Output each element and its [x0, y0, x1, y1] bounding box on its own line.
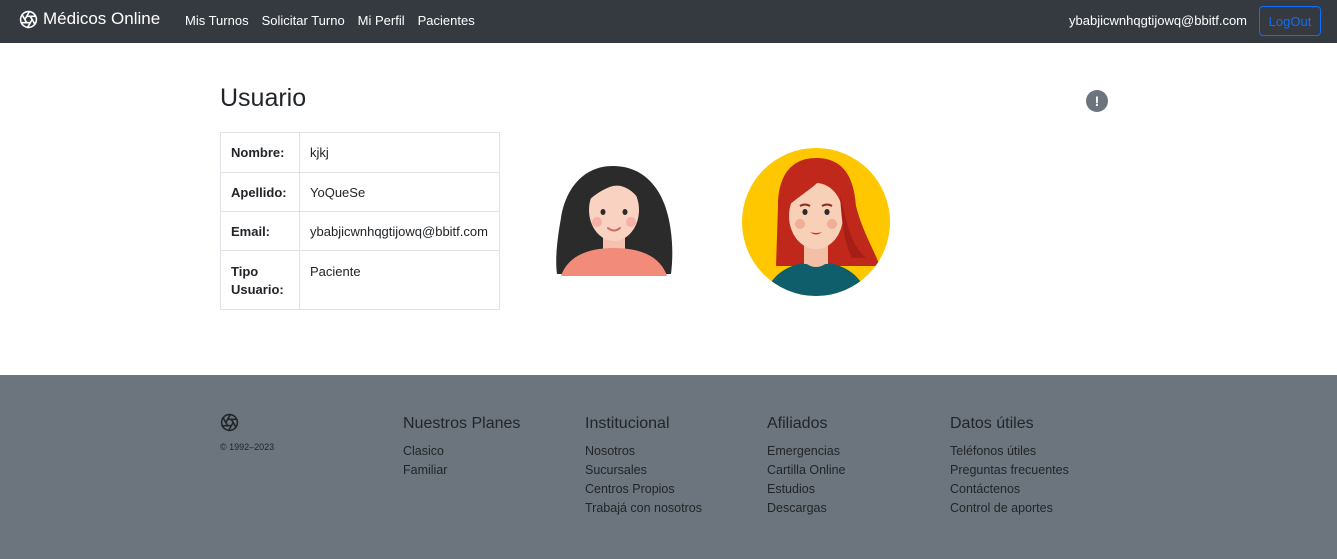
- table-row: Apellido: YoQueSe: [220, 172, 500, 212]
- footer-link-preguntas-frecuentes[interactable]: Preguntas frecuentes: [950, 461, 1069, 480]
- footer-link-contactenos[interactable]: Contáctenos: [950, 480, 1069, 499]
- footer-link-trabaja-con-nosotros[interactable]: Trabajá con nosotros: [585, 499, 702, 518]
- info-icon[interactable]: !: [1086, 90, 1108, 112]
- footer-link-clasico[interactable]: Clasico: [403, 442, 520, 461]
- tipo-usuario-label: Tipo Usuario:: [220, 250, 300, 310]
- navbar: Médicos Online Mis Turnos Solicitar Turn…: [0, 0, 1337, 43]
- nav-link-mi-perfil[interactable]: Mi Perfil: [358, 13, 405, 28]
- aperture-icon: [19, 10, 38, 28]
- page-title: Usuario: [220, 84, 307, 112]
- nombre-value: kjkj: [299, 132, 500, 173]
- footer-link-control-de-aportes[interactable]: Control de aportes: [950, 499, 1069, 518]
- apellido-value: YoQueSe: [299, 172, 500, 212]
- footer-link-nosotros[interactable]: Nosotros: [585, 442, 702, 461]
- table-row: Nombre: kjkj: [220, 132, 500, 173]
- nombre-label: Nombre:: [220, 132, 300, 173]
- footer-column-title: Nuestros Planes: [403, 415, 521, 432]
- footer-column-institucional: Institucional Nosotros Sucursales Centro…: [585, 415, 702, 518]
- apellido-label: Apellido:: [220, 172, 300, 212]
- footer-link-estudios[interactable]: Estudios: [767, 480, 846, 499]
- footer-link-familiar[interactable]: Familiar: [403, 461, 520, 480]
- footer-column-datos-utiles: Datos útiles Teléfonos útiles Preguntas …: [950, 415, 1069, 518]
- footer-column-planes: Nuestros Planes Clasico Familiar: [403, 415, 520, 480]
- footer-link-centros-propios[interactable]: Centros Propios: [585, 480, 702, 499]
- avatar-woman-red-hair[interactable]: [740, 146, 892, 298]
- email-value: ybabjicwnhqgtijowq@bbitf.com: [299, 211, 500, 251]
- copyright: © 1992–2023: [220, 442, 275, 452]
- logout-button[interactable]: LogOut: [1259, 6, 1321, 36]
- brand-name: Médicos Online: [43, 9, 161, 28]
- email-label: Email:: [220, 211, 300, 251]
- footer-link-emergencias[interactable]: Emergencias: [767, 442, 846, 461]
- aperture-icon[interactable]: [220, 413, 239, 432]
- footer-column-title: Institucional: [585, 415, 670, 432]
- footer-link-descargas[interactable]: Descargas: [767, 499, 846, 518]
- tipo-label-line1: Tipo: [231, 264, 259, 279]
- footer-link-telefonos-utiles[interactable]: Teléfonos útiles: [950, 442, 1069, 461]
- footer-link-sucursales[interactable]: Sucursales: [585, 461, 702, 480]
- footer-column-afiliados: Afiliados Emergencias Cartilla Online Es…: [767, 415, 846, 518]
- nav-link-pacientes[interactable]: Pacientes: [418, 13, 475, 28]
- user-email: ybabjicwnhqgtijowq@bbitf.com: [1069, 13, 1247, 28]
- nav-links: Mis Turnos Solicitar Turno Mi Perfil Pac…: [185, 13, 488, 28]
- footer: © 1992–2023 Nuestros Planes Clasico Fami…: [0, 375, 1337, 559]
- table-row: Tipo Usuario: Paciente: [220, 250, 500, 310]
- footer-column-title: Afiliados: [767, 415, 828, 432]
- brand-link[interactable]: Médicos Online: [19, 9, 160, 29]
- nav-link-solicitar-turno[interactable]: Solicitar Turno: [262, 13, 345, 28]
- table-row: Email: ybabjicwnhqgtijowq@bbitf.com: [220, 211, 500, 251]
- tipo-usuario-value: Paciente: [299, 250, 500, 310]
- nav-link-mis-turnos[interactable]: Mis Turnos: [185, 13, 249, 28]
- user-info-table: Nombre: kjkj Apellido: YoQueSe Email: yb…: [220, 132, 500, 310]
- footer-column-title: Datos útiles: [950, 415, 1034, 432]
- footer-link-cartilla-online[interactable]: Cartilla Online: [767, 461, 846, 480]
- avatar-woman-dark-hair[interactable]: [553, 160, 675, 278]
- tipo-label-line2: Usuario:: [231, 282, 284, 297]
